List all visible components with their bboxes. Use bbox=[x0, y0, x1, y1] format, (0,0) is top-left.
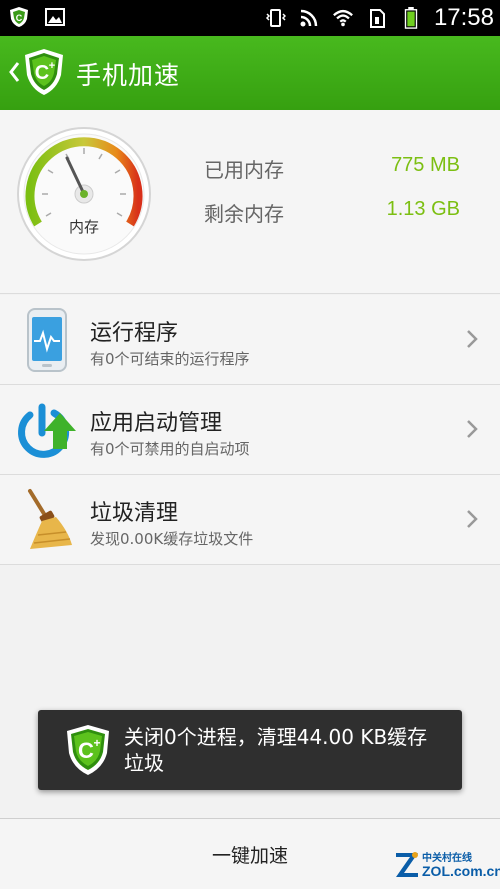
battery-icon bbox=[404, 7, 418, 29]
list-item-junk-clean[interactable]: 垃圾清理 发现0.00K缓存垃圾文件 bbox=[0, 475, 500, 565]
chevron-left-icon[interactable] bbox=[6, 58, 22, 86]
used-memory-row: 已用内存 775 MB bbox=[204, 154, 460, 184]
free-memory-value: 1.13 GB bbox=[386, 198, 460, 220]
chevron-right-icon bbox=[467, 330, 478, 348]
status-bar: C 17:58 bbox=[0, 0, 500, 36]
item-title: 运行程序 bbox=[90, 321, 179, 346]
broom-icon bbox=[28, 489, 72, 549]
used-memory-label: 已用内存 bbox=[204, 158, 284, 182]
item-title: 垃圾清理 bbox=[90, 501, 179, 526]
svg-text:+: + bbox=[49, 60, 55, 72]
chevron-right-icon bbox=[467, 420, 478, 438]
sim-icon bbox=[369, 9, 385, 28]
svg-text:+: + bbox=[93, 736, 100, 750]
item-subtitle: 有0个可禁用的自启动项 bbox=[90, 440, 250, 458]
app-shield-icon: C bbox=[10, 7, 28, 27]
toast-text: 关闭0个进程，清理44.00 KB缓存垃圾 bbox=[124, 725, 428, 775]
chevron-right-icon bbox=[467, 510, 478, 528]
page-title: 手机加速 bbox=[76, 61, 181, 90]
bottom-bar: 一键加速 中关村在线 ZOL.com.cn bbox=[0, 818, 500, 889]
used-memory-value: 775 MB bbox=[391, 154, 460, 176]
zol-logo-icon bbox=[396, 852, 418, 877]
toast-message: C + 关闭0个进程，清理44.00 KB缓存垃圾 bbox=[38, 710, 462, 790]
list-item-startup-manager[interactable]: 应用启动管理 有0个可禁用的自启动项 bbox=[0, 385, 500, 475]
svg-text:C: C bbox=[16, 13, 23, 23]
power-upload-icon bbox=[18, 403, 76, 458]
rss-icon bbox=[300, 9, 318, 27]
gallery-icon bbox=[45, 8, 65, 26]
item-subtitle: 发现0.00K缓存垃圾文件 bbox=[90, 530, 254, 548]
item-title: 应用启动管理 bbox=[90, 411, 223, 436]
app-header: C + 手机加速 bbox=[0, 36, 500, 110]
svg-text:C: C bbox=[78, 738, 94, 763]
shield-plus-icon: C + bbox=[25, 49, 63, 95]
shield-plus-icon: C + bbox=[67, 725, 109, 775]
status-time: 17:58 bbox=[433, 4, 494, 31]
memory-panel: 内存 已用内存 775 MB 剩余内存 1.13 GB bbox=[0, 110, 500, 294]
free-memory-row: 剩余内存 1.13 GB bbox=[204, 198, 460, 228]
phone-activity-icon bbox=[27, 308, 67, 372]
watermark: 中关村在线 ZOL.com.cn bbox=[394, 847, 500, 883]
item-subtitle: 有0个可结束的运行程序 bbox=[90, 350, 250, 368]
gauge-label: 内存 bbox=[68, 218, 99, 236]
watermark-cn: 中关村在线 bbox=[422, 853, 472, 864]
vibrate-icon bbox=[265, 9, 286, 27]
memory-gauge bbox=[17, 127, 151, 261]
svg-text:C: C bbox=[35, 62, 49, 84]
watermark-en: ZOL.com.cn bbox=[422, 863, 500, 879]
wifi-icon bbox=[333, 9, 353, 27]
free-memory-label: 剩余内存 bbox=[204, 202, 284, 226]
list-item-running-apps[interactable]: 运行程序 有0个可结束的运行程序 bbox=[0, 295, 500, 385]
